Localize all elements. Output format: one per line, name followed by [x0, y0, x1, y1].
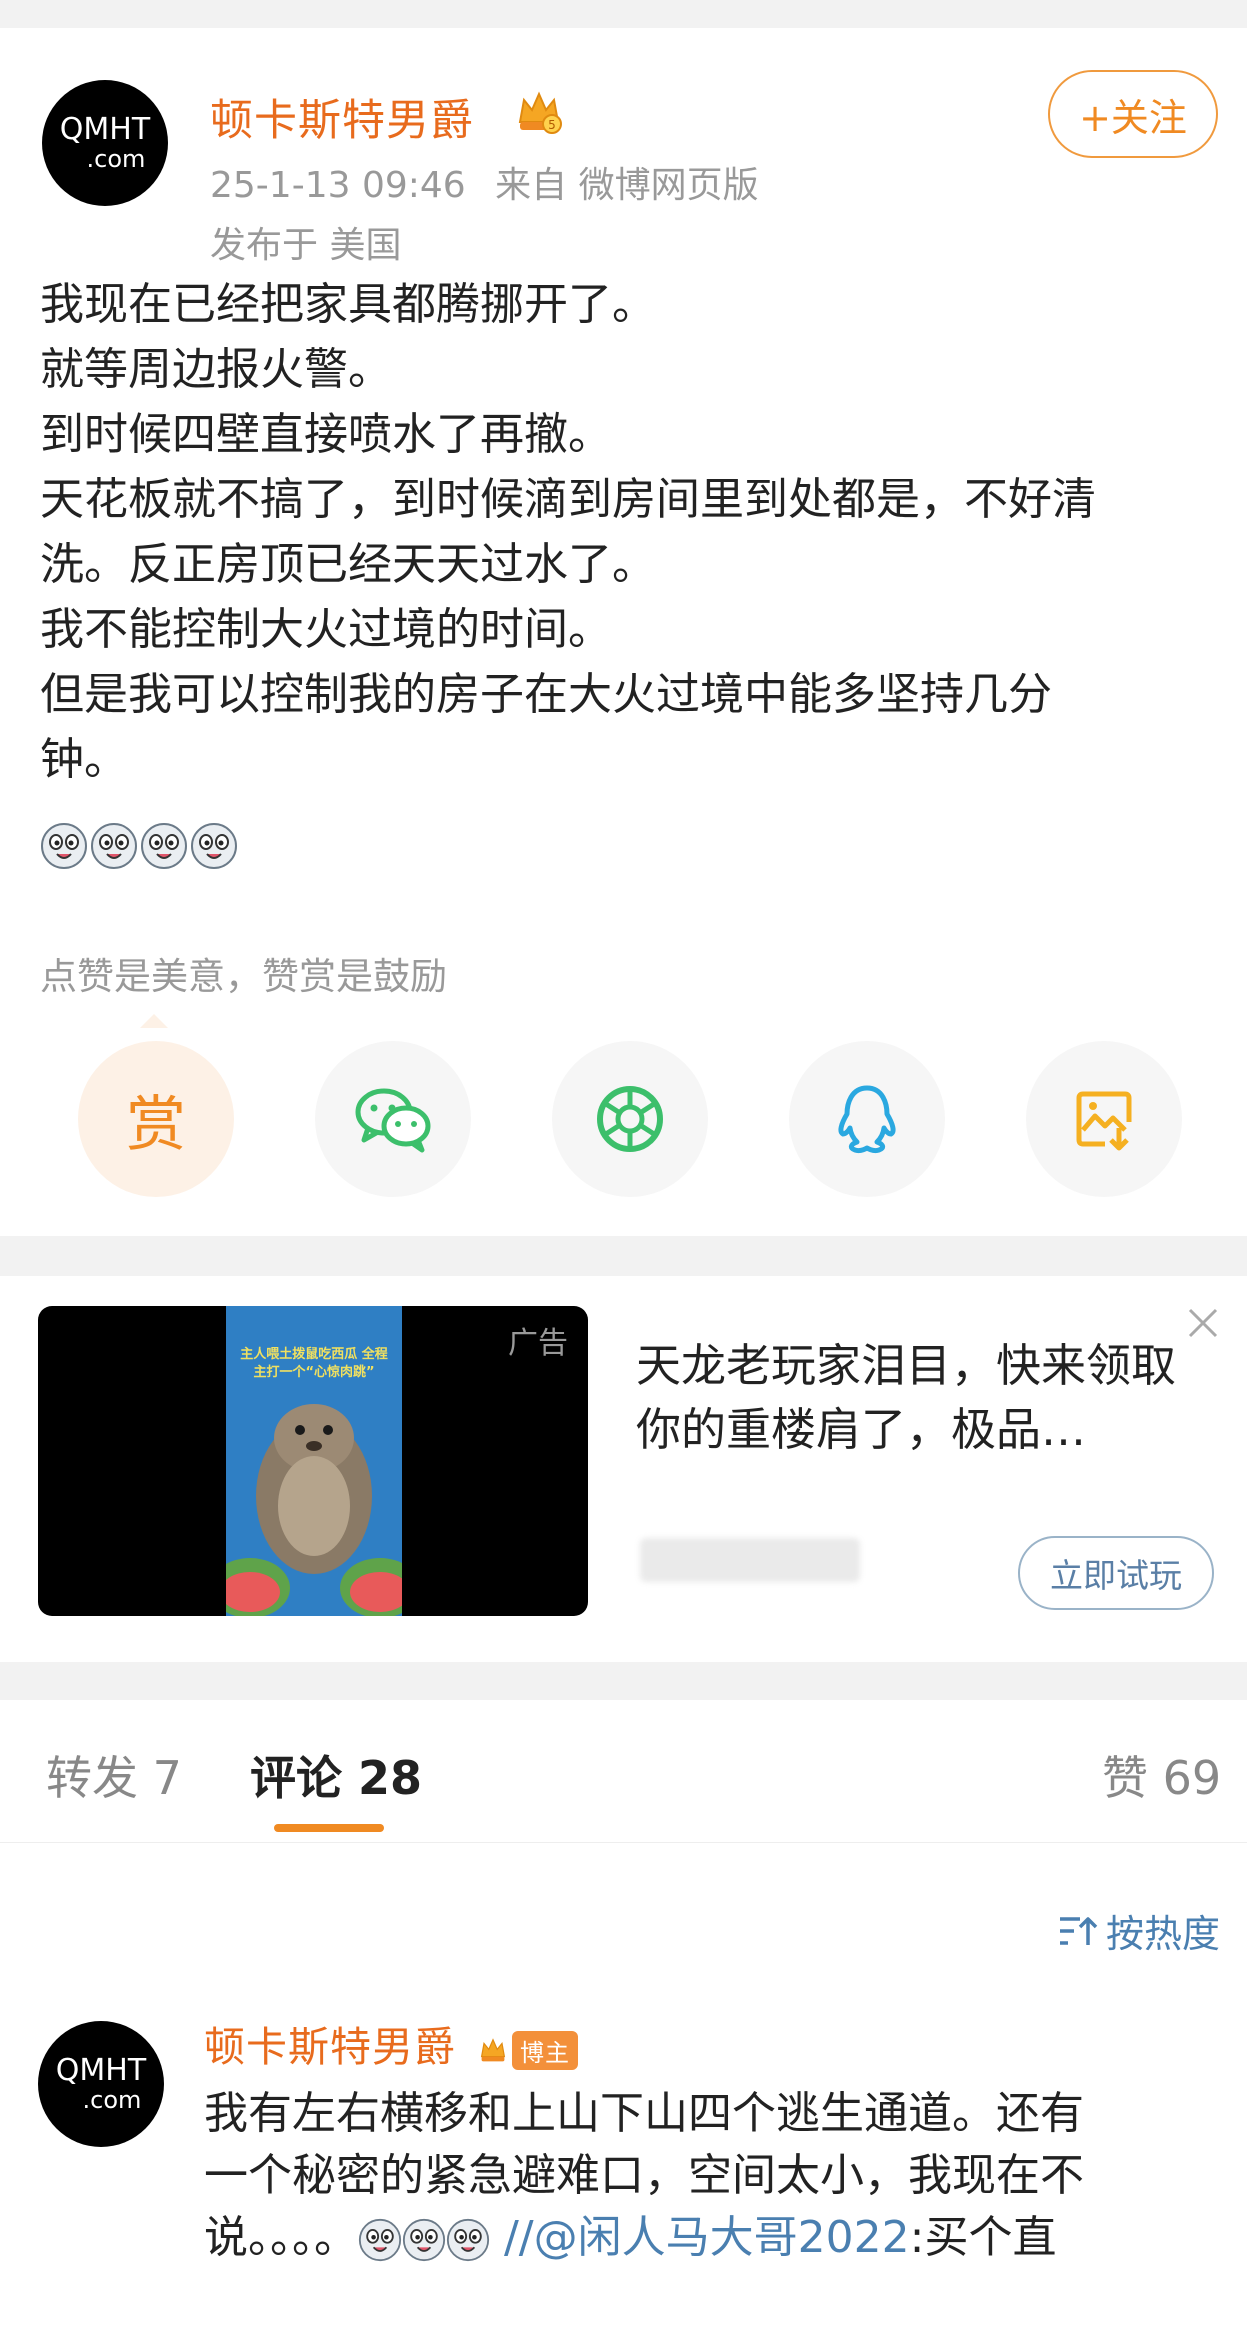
wechat-icon: [355, 1088, 431, 1153]
qq-icon: [838, 1085, 896, 1154]
post-source: 来自 微博网页版: [495, 165, 759, 206]
comment-text: 说。。。。: [204, 2212, 358, 2263]
try-now-button[interactable]: 立即试玩: [1018, 1536, 1214, 1610]
post-content: 我现在已经把家具都腾挪开了。 就等周边报火警。 到时候四壁直接喷水了再撤。 天花…: [40, 272, 1220, 792]
comment-line-3: 说。。。。 //@闲人马大哥2022:买个直: [204, 2207, 1224, 2269]
doge-emoji-icon: [446, 2218, 490, 2262]
author-avatar[interactable]: QMHT .com: [42, 80, 168, 206]
avatar-text-2: .com: [86, 145, 146, 173]
follow-button[interactable]: +关注: [1048, 70, 1218, 158]
active-tab-indicator: [274, 1824, 384, 1832]
avatar-text-2: .com: [82, 2086, 142, 2114]
save-image-button[interactable]: [1026, 1041, 1182, 1197]
post-line: 到时候四壁直接喷水了再撤。: [40, 409, 612, 460]
vip-crown-icon: 5: [518, 91, 562, 134]
emoji-row: [40, 822, 238, 870]
author-badge: 博主: [512, 2030, 579, 2070]
post-line: 钟。: [40, 734, 128, 785]
share-moments-button[interactable]: [552, 1041, 708, 1197]
tab-comments[interactable]: 评论 28: [250, 1742, 422, 1808]
mention-link[interactable]: @闲人马大哥2022: [534, 2212, 910, 2263]
avatar-text-1: QMHT: [55, 2053, 147, 2088]
doge-emoji-icon: [191, 823, 237, 869]
ad-title[interactable]: 天龙老玩家泪目，快来领取你的重楼肩了，极品…: [636, 1334, 1196, 1462]
avatar-text-1: QMHT: [59, 112, 151, 147]
ad-card[interactable]: 主人喂土拨鼠吃西瓜 全程主打一个“心惊肉跳” 广告 天龙老玩家泪目，快来领取你的…: [0, 1276, 1247, 1662]
post-line: 就等周边报火警。: [40, 344, 392, 395]
post-card: QMHT .com 顿卡斯特男爵 5 25-1-13 09:46 来自 微博网页…: [0, 28, 1247, 1236]
ad-subtitle-blurred: [640, 1538, 860, 1582]
doge-emoji-icon: [141, 823, 187, 869]
post-line: 我现在已经把家具都腾挪开了。: [40, 279, 656, 330]
comment-text: :买个直: [909, 2212, 1057, 2263]
post-timestamp: 25-1-13 09:46: [210, 165, 466, 206]
post-meta: 25-1-13 09:46 来自 微博网页版: [210, 156, 759, 208]
doge-emoji-icon: [402, 2218, 446, 2262]
comment-line: 一个秘密的紧急避难口，空间太小，我现在不: [204, 2150, 1084, 2201]
vip-crown-icon: [480, 2038, 506, 2062]
post-line: 但是我可以控制我的房子在大火过境中能多坚持几分: [40, 669, 1052, 720]
post-tabs: 转发 7 评论 28 赞 69: [0, 1700, 1247, 1843]
post-line: 我不能控制大火过境的时间。: [40, 604, 612, 655]
reward-tip: 点赞是美意，赞赏是鼓励: [40, 955, 447, 998]
comments-section: 按热度 QMHT .com 顿卡斯特男爵 博主 我有左右横移和上山下山四个逃生通…: [0, 1843, 1247, 2326]
commenter-name[interactable]: 顿卡斯特男爵 博主: [204, 2013, 579, 2073]
doge-emoji-icon: [91, 823, 137, 869]
share-row: 赏: [78, 1041, 1182, 1197]
moments-icon: [597, 1086, 663, 1152]
share-wechat-button[interactable]: [315, 1041, 471, 1197]
repost-separator: //: [490, 2212, 534, 2263]
sort-button[interactable]: 按热度: [1058, 1903, 1220, 1958]
weibo-post-page: QMHT .com 顿卡斯特男爵 5 25-1-13 09:46 来自 微博网页…: [0, 0, 1247, 2326]
comment-body: 我有左右横移和上山下山四个逃生通道。还有 一个秘密的紧急避难口，空间太小，我现在…: [204, 2083, 1224, 2269]
author-name[interactable]: 顿卡斯特男爵: [210, 86, 474, 148]
comment-line: 我有左右横移和上山下山四个逃生通道。还有: [204, 2088, 1084, 2139]
doge-emoji-icon: [41, 823, 87, 869]
tip-pointer: [140, 1014, 168, 1028]
ad-label: 广告: [508, 1326, 568, 1361]
commenter-name-text: 顿卡斯特男爵: [204, 2023, 456, 2071]
post-location: 发布于 美国: [210, 225, 402, 266]
ad-video-frame: 主人喂土拨鼠吃西瓜 全程主打一个“心惊肉跳”: [226, 1306, 402, 1616]
tab-likes[interactable]: 赞 69: [1102, 1742, 1221, 1808]
reward-button[interactable]: 赏: [78, 1041, 234, 1197]
post-line: 洗。反正房顶已经天天过水了。: [40, 539, 656, 590]
post-line: 天花板就不搞了，到时候滴到房间里到处都是，不好清: [40, 474, 1096, 525]
ad-video-thumbnail[interactable]: 主人喂土拨鼠吃西瓜 全程主打一个“心惊肉跳” 广告: [38, 1306, 588, 1616]
reward-icon: 赏: [126, 1089, 186, 1160]
save-image-icon: [1076, 1091, 1132, 1151]
sort-icon: [1060, 1916, 1098, 1945]
tab-repost[interactable]: 转发 7: [46, 1742, 182, 1808]
svg-text:5: 5: [548, 118, 556, 132]
share-qq-button[interactable]: [789, 1041, 945, 1197]
commenter-avatar[interactable]: QMHT .com: [38, 2021, 164, 2147]
sort-label: 按热度: [1106, 1912, 1221, 1956]
doge-emoji-icon: [358, 2218, 402, 2262]
marmot-image: [226, 1404, 402, 1616]
